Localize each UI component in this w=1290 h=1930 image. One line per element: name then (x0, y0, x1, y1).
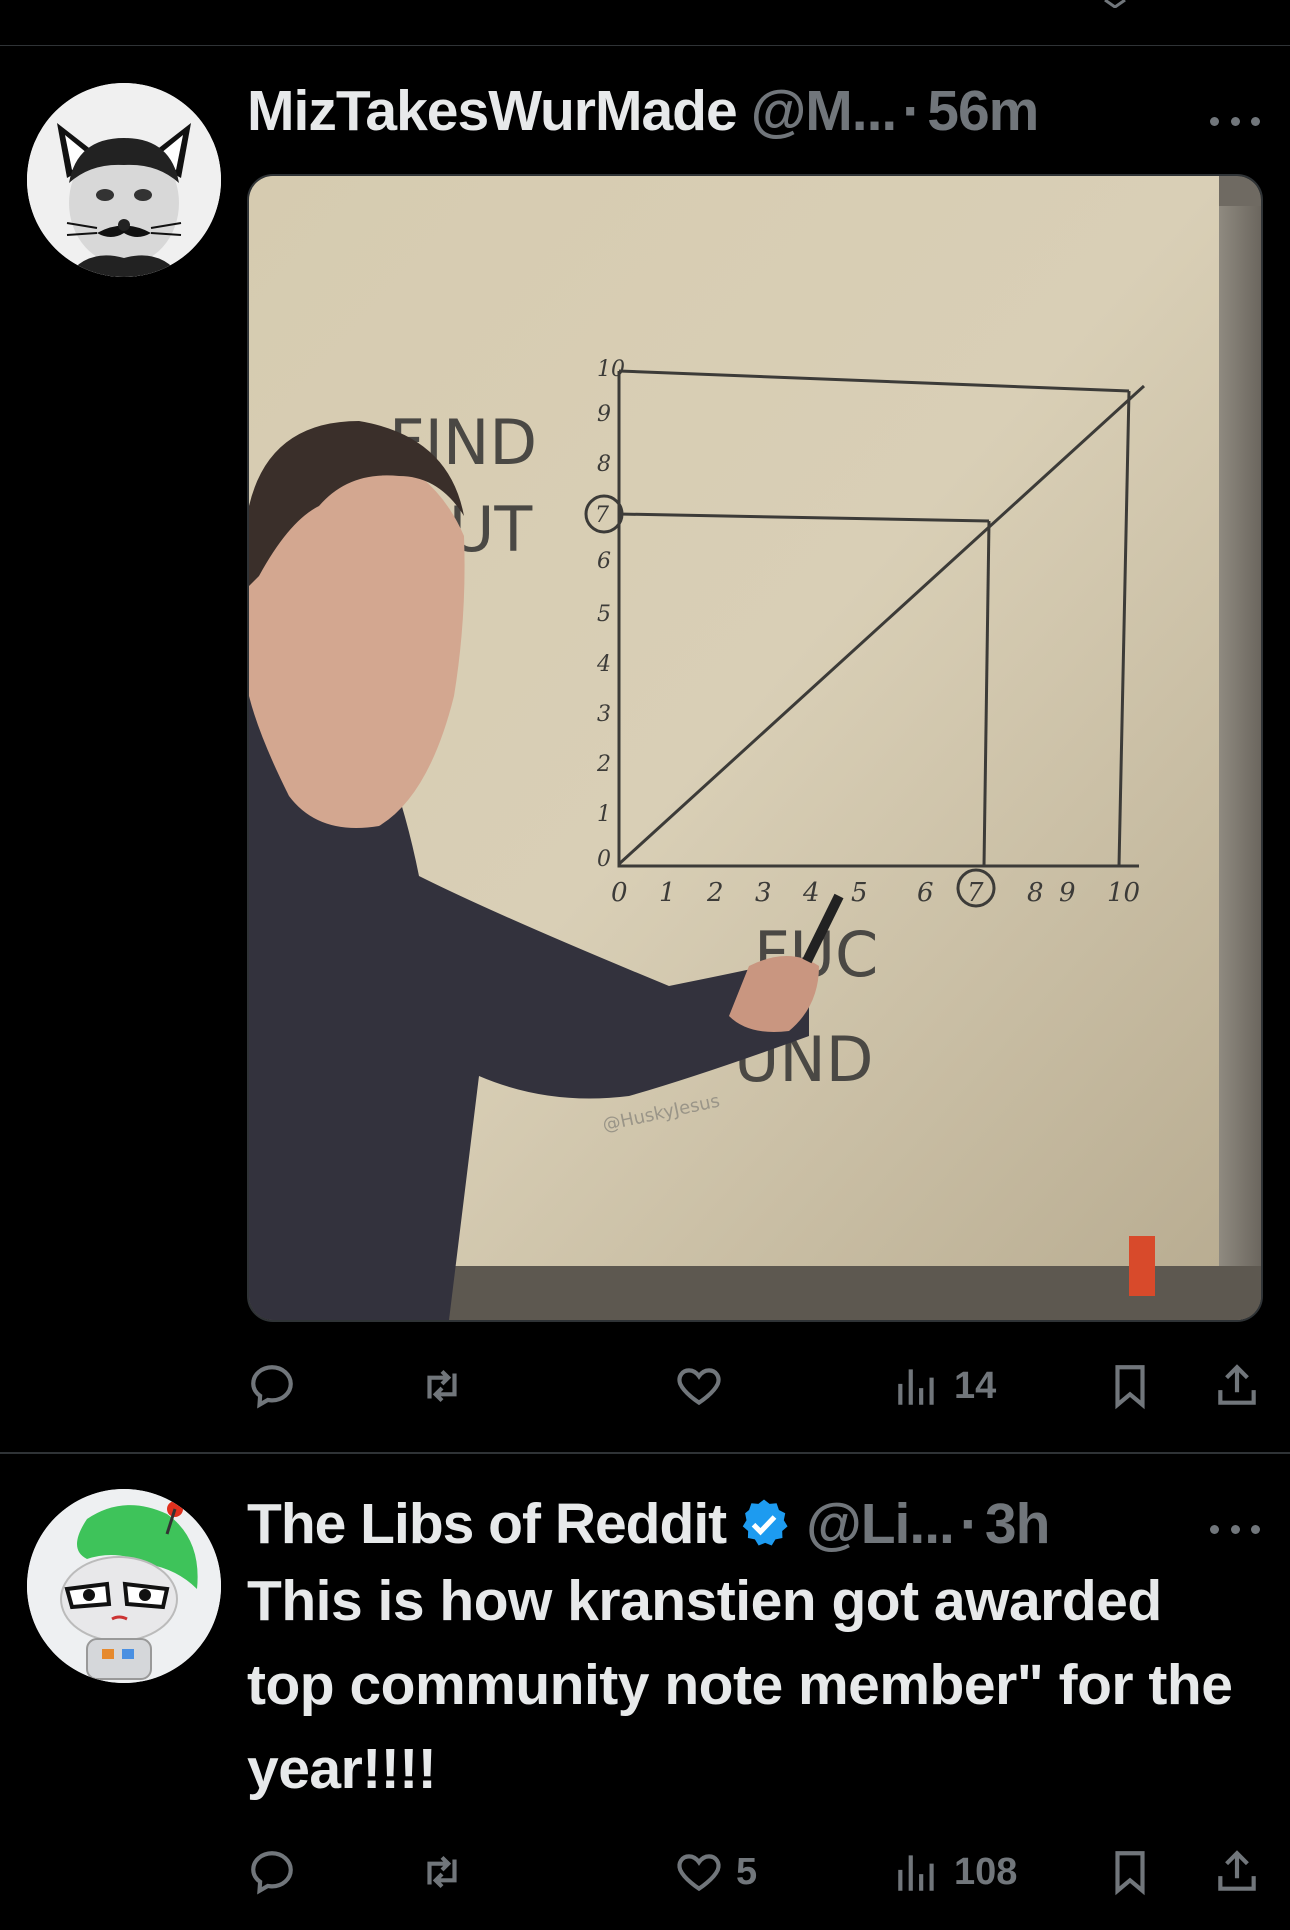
repost-button[interactable] (417, 1356, 479, 1416)
views-icon (898, 1855, 934, 1891)
action-bar: 5 108 (247, 1842, 1267, 1902)
post-card[interactable]: The Libs of Reddit @Li... · 3h This is h… (0, 1454, 1290, 1930)
verified-badge-icon (742, 1499, 788, 1546)
cat-ears-mustache-avatar-icon (27, 83, 221, 277)
svg-text:3: 3 (755, 878, 772, 908)
svg-text:8: 8 (597, 452, 611, 477)
svg-text:0: 0 (597, 847, 611, 872)
views-button[interactable]: 14 (892, 1356, 996, 1416)
separator-dot: · (902, 79, 922, 143)
views-count: 108 (954, 1850, 1018, 1893)
svg-text:8: 8 (1027, 878, 1044, 908)
post-text: This is how kranstien got awarded top co… (247, 1569, 1233, 1801)
post-header: MizTakesWurMade @M... · 56m (247, 71, 1260, 151)
green-hair-robot-avatar-icon (27, 1489, 221, 1683)
timeline-feed: MizTakesWurMade @M... · 56m 10 9 8 7 6 5… (0, 0, 1290, 1930)
post-header: The Libs of Reddit @Li... · 3h (247, 1484, 1260, 1564)
reply-icon (251, 1851, 293, 1895)
share-button[interactable] (1212, 1356, 1262, 1416)
views-icon (898, 1369, 934, 1405)
svg-text:1: 1 (659, 878, 676, 908)
bookmark-button[interactable] (1105, 1356, 1155, 1416)
separator-dot: · (959, 1492, 979, 1556)
more-options-icon[interactable] (1210, 1519, 1260, 1539)
post-image[interactable]: 10 9 8 7 6 5 4 3 2 1 0 0 1 2 3 4 5 6 7 8… (247, 174, 1263, 1322)
more-options-icon[interactable] (1210, 111, 1260, 131)
like-button[interactable]: 5 (674, 1842, 757, 1902)
svg-text:0: 0 (611, 878, 628, 908)
svg-text:7: 7 (595, 503, 609, 528)
handle[interactable]: @Li... (806, 1484, 955, 1564)
svg-text:10: 10 (597, 357, 625, 382)
svg-text:5: 5 (851, 878, 868, 908)
reply-icon (251, 1365, 293, 1409)
svg-text:4: 4 (596, 652, 611, 677)
share-icon (1218, 1364, 1256, 1405)
bookmark-icon (1115, 1851, 1145, 1896)
reply-button[interactable] (247, 1356, 309, 1416)
views-count: 14 (954, 1364, 997, 1407)
like-button[interactable] (674, 1356, 736, 1416)
heart-icon (677, 1854, 721, 1892)
svg-text:3: 3 (597, 702, 611, 727)
svg-text:5: 5 (597, 602, 611, 627)
like-count: 5 (736, 1850, 758, 1893)
display-name[interactable]: MizTakesWurMade (247, 71, 738, 151)
svg-text:9: 9 (1059, 878, 1076, 908)
svg-text:2: 2 (596, 752, 611, 777)
repost-icon (427, 1855, 457, 1889)
chevron-up-icon (1104, 0, 1126, 8)
svg-text:4: 4 (802, 878, 820, 908)
svg-text:9: 9 (597, 402, 611, 427)
svg-text:6: 6 (917, 878, 934, 908)
bookmark-button[interactable] (1105, 1842, 1155, 1902)
views-button[interactable]: 108 (892, 1842, 1017, 1902)
share-icon (1218, 1850, 1256, 1891)
heart-icon (677, 1368, 721, 1406)
display-name[interactable]: The Libs of Reddit (247, 1484, 727, 1564)
svg-text:7: 7 (967, 878, 984, 908)
action-bar: 14 (247, 1356, 1267, 1416)
svg-text:2: 2 (706, 878, 724, 908)
post-card[interactable]: MizTakesWurMade @M... · 56m 10 9 8 7 6 5… (0, 46, 1290, 1452)
timestamp[interactable]: 56m (927, 71, 1039, 151)
svg-text:6: 6 (597, 549, 611, 574)
repost-button[interactable] (417, 1842, 479, 1902)
share-button[interactable] (1212, 1842, 1262, 1902)
whiteboard-photo: 10 9 8 7 6 5 4 3 2 1 0 0 1 2 3 4 5 6 7 8… (249, 176, 1261, 1320)
repost-icon (427, 1369, 457, 1403)
svg-text:1: 1 (597, 802, 611, 827)
handle[interactable]: @M... (751, 71, 898, 151)
avatar[interactable] (27, 83, 221, 277)
svg-text:10: 10 (1107, 878, 1140, 908)
bookmark-icon (1115, 1365, 1145, 1410)
reply-button[interactable] (247, 1842, 309, 1902)
timestamp[interactable]: 3h (985, 1484, 1051, 1564)
avatar[interactable] (27, 1489, 221, 1683)
